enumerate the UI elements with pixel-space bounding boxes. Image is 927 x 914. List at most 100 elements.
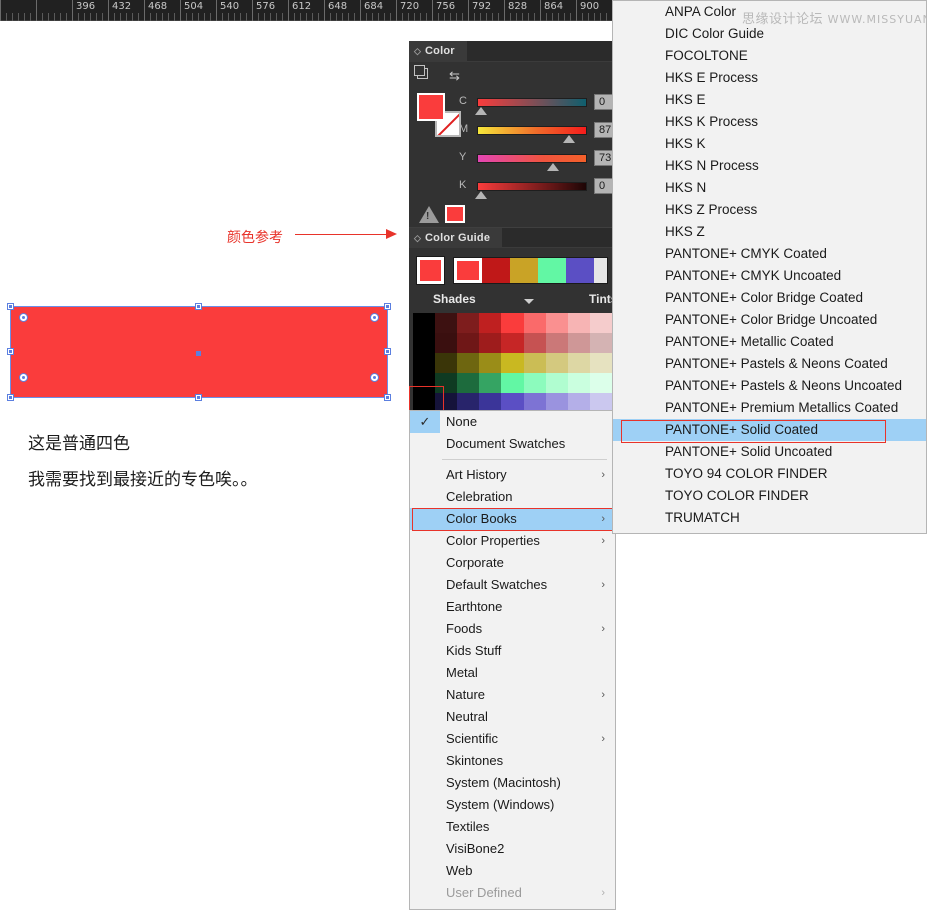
menu-item-color-properties[interactable]: Color Properties ›: [410, 530, 615, 552]
fill-swatch[interactable]: [417, 93, 445, 121]
submenu-item-hks-z-process[interactable]: HKS Z Process: [613, 199, 926, 221]
menu-item-celebration[interactable]: Celebration: [410, 486, 615, 508]
color-guide-swatch[interactable]: [567, 333, 590, 353]
color-guide-swatch[interactable]: [545, 373, 568, 393]
out-of-gamut-swatch[interactable]: [445, 205, 465, 223]
menu-item-user-defined[interactable]: User Defined ›: [410, 882, 615, 904]
submenu-item-pantone-color-bridge-coated[interactable]: PANTONE+ Color Bridge Coated: [613, 287, 926, 309]
slider-track-k[interactable]: [477, 182, 587, 191]
menu-item-art-history[interactable]: Art History ›: [410, 464, 615, 486]
menu-item-default-swatches[interactable]: Default Swatches ›: [410, 574, 615, 596]
color-guide-swatch[interactable]: [457, 373, 480, 393]
submenu-item-pantone-color-bridge-uncoated[interactable]: PANTONE+ Color Bridge Uncoated: [613, 309, 926, 331]
selection-handle-tm[interactable]: [195, 303, 202, 310]
submenu-item-pantone-pastels-neons-coated[interactable]: PANTONE+ Pastels & Neons Coated: [613, 353, 926, 375]
color-panel-tabbar[interactable]: ◇ Color: [409, 41, 612, 62]
color-guide-swatch[interactable]: [457, 313, 480, 333]
tab-color[interactable]: ◇ Color: [409, 41, 467, 62]
selection-handle-mr[interactable]: [384, 348, 391, 355]
harmony-swatch[interactable]: [454, 258, 482, 283]
color-guide-swatch[interactable]: [479, 373, 502, 393]
color-guide-swatch[interactable]: [523, 333, 546, 353]
color-guide-swatch[interactable]: [567, 353, 590, 373]
slider-thumb-m[interactable]: [563, 135, 575, 143]
submenu-item-pantone-pastels-neons-uncoated[interactable]: PANTONE+ Pastels & Neons Uncoated: [613, 375, 926, 397]
color-guide-swatch[interactable]: [545, 353, 568, 373]
color-guide-swatch[interactable]: [567, 373, 590, 393]
tab-color-guide[interactable]: ◇ Color Guide: [409, 228, 503, 249]
submenu-item-pantone-cmyk-coated[interactable]: PANTONE+ CMYK Coated: [613, 243, 926, 265]
color-guide-swatch[interactable]: [413, 333, 435, 353]
menu-item-skintones[interactable]: Skintones: [410, 750, 615, 772]
color-guide-swatch[interactable]: [479, 333, 502, 353]
color-guide-swatch[interactable]: [501, 353, 524, 373]
submenu-item-hks-e[interactable]: HKS E: [613, 89, 926, 111]
menu-item-web[interactable]: Web: [410, 860, 615, 882]
color-guide-swatch[interactable]: [545, 313, 568, 333]
slider-track-c[interactable]: [477, 98, 587, 107]
slider-track-m[interactable]: [477, 126, 587, 135]
harmony-swatch[interactable]: [538, 258, 566, 283]
menu-item-document-swatches[interactable]: Document Swatches: [410, 433, 615, 455]
slider-thumb-k[interactable]: [475, 191, 487, 199]
submenu-item-hks-k-process[interactable]: HKS K Process: [613, 111, 926, 133]
duplicate-squares-icon[interactable]: [414, 65, 428, 79]
menu-item-corporate[interactable]: Corporate: [410, 552, 615, 574]
submenu-item-hks-z[interactable]: HKS Z: [613, 221, 926, 243]
menu-item-system-macintosh[interactable]: System (Macintosh): [410, 772, 615, 794]
color-guide-swatch[interactable]: [413, 353, 435, 373]
color-guide-swatch[interactable]: [501, 373, 524, 393]
live-corner-widget-tl[interactable]: [19, 313, 28, 322]
submenu-item-pantone-solid-uncoated[interactable]: PANTONE+ Solid Uncoated: [613, 441, 926, 463]
color-guide-swatch[interactable]: [545, 333, 568, 353]
submenu-item-toyo-color-finder[interactable]: TOYO COLOR FINDER: [613, 485, 926, 507]
color-guide-swatch[interactable]: [589, 313, 612, 333]
live-corner-widget-br[interactable]: [370, 373, 379, 382]
color-books-submenu[interactable]: ANPA Color DIC Color Guide FOCOLTONE HKS E …: [612, 0, 927, 534]
submenu-item-focoltone[interactable]: FOCOLTONE: [613, 45, 926, 67]
swatch-libraries-menu[interactable]: ✓ None Document Swatches Art History › Celebr…: [409, 410, 616, 910]
submenu-item-pantone-cmyk-uncoated[interactable]: PANTONE+ CMYK Uncoated: [613, 265, 926, 287]
color-guide-swatch[interactable]: [567, 313, 590, 333]
submenu-item-pantone-premium-metallics-coated[interactable]: PANTONE+ Premium Metallics Coated: [613, 397, 926, 419]
selection-handle-bl[interactable]: [7, 394, 14, 401]
color-guide-swatch[interactable]: [435, 353, 458, 373]
color-guide-swatch[interactable]: [413, 313, 435, 333]
harmony-menu-caret-icon[interactable]: [524, 299, 534, 304]
color-guide-tabbar[interactable]: ◇ Color Guide: [409, 227, 612, 249]
out-of-gamut-warning-icon[interactable]: !: [419, 206, 439, 223]
color-guide-swatch[interactable]: [457, 333, 480, 353]
menu-item-none[interactable]: ✓ None: [410, 411, 615, 433]
slider-thumb-c[interactable]: [475, 107, 487, 115]
color-guide-swatch[interactable]: [589, 373, 612, 393]
slider-track-y[interactable]: [477, 154, 587, 163]
submenu-item-hks-n[interactable]: HKS N: [613, 177, 926, 199]
menu-item-visibone2[interactable]: VisiBone2: [410, 838, 615, 860]
fill-stroke-control[interactable]: [417, 93, 461, 137]
color-guide-swatch[interactable]: [501, 333, 524, 353]
color-guide-swatch[interactable]: [501, 313, 524, 333]
color-guide-swatch[interactable]: [435, 313, 458, 333]
slider-thumb-y[interactable]: [547, 163, 559, 171]
selection-handle-tl[interactable]: [7, 303, 14, 310]
color-guide-harmony-rule[interactable]: [453, 257, 608, 284]
submenu-item-toyo-94-color-finder[interactable]: TOYO 94 COLOR FINDER: [613, 463, 926, 485]
menu-item-metal[interactable]: Metal: [410, 662, 615, 684]
color-guide-base-swatch[interactable]: [416, 256, 445, 285]
color-guide-swatch[interactable]: [589, 353, 612, 373]
submenu-item-hks-e-process[interactable]: HKS E Process: [613, 67, 926, 89]
live-corner-widget-bl[interactable]: [19, 373, 28, 382]
harmony-swatch[interactable]: [482, 258, 510, 283]
selection-handle-tr[interactable]: [384, 303, 391, 310]
menu-item-kids-stuff[interactable]: Kids Stuff: [410, 640, 615, 662]
harmony-swatch[interactable]: [566, 258, 594, 283]
color-guide-swatch[interactable]: [523, 353, 546, 373]
selection-handle-ml[interactable]: [7, 348, 14, 355]
menu-item-foods[interactable]: Foods ›: [410, 618, 615, 640]
selection-handle-bm[interactable]: [195, 394, 202, 401]
harmony-swatch[interactable]: [510, 258, 538, 283]
submenu-item-trumatch[interactable]: TRUMATCH: [613, 507, 926, 529]
color-panel-body[interactable]: ⇆ C 0 M 87.54 Y: [409, 62, 634, 280]
live-corner-widget-tr[interactable]: [370, 313, 379, 322]
menu-item-scientific[interactable]: Scientific ›: [410, 728, 615, 750]
